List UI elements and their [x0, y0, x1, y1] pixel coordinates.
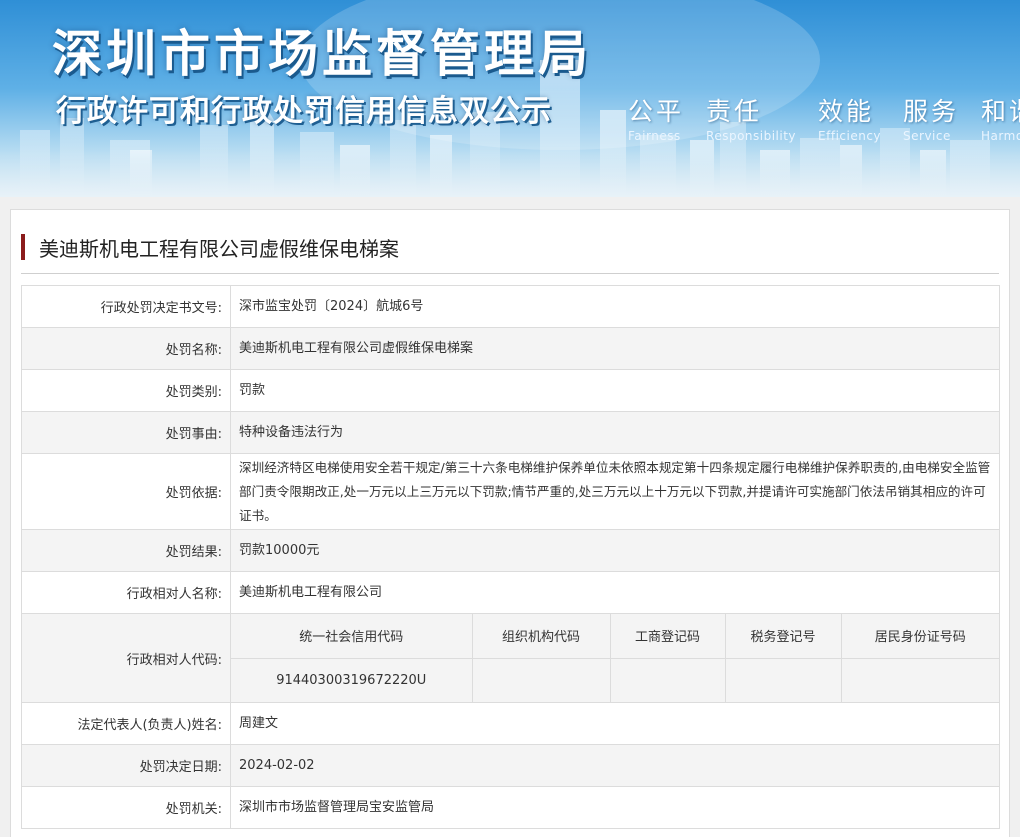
decision-date-value: 2024-02-02 — [230, 744, 1000, 787]
authority-value: 深圳市市场监督管理局宝安监管局 — [230, 786, 1000, 829]
field-label: 处罚结果: — [21, 529, 231, 572]
field-label: 行政相对人代码: — [21, 613, 231, 703]
business-reg-code-value — [610, 658, 726, 702]
table-row: 行政相对人名称: 美迪斯机电工程有限公司 — [21, 571, 1000, 614]
code-header-row: 统一社会信用代码 组织机构代码 工商登记码 税务登记号 居民身份证号码 — [231, 614, 999, 659]
field-label: 处罚事由: — [21, 411, 231, 454]
field-label: 法定代表人(负责人)姓名: — [21, 702, 231, 745]
value-service: 服务 Service — [903, 92, 959, 143]
decision-number-value: 深市监宝处罚〔2024〕航城6号 — [230, 285, 1000, 328]
table-row: 处罚事由: 特种设备违法行为 — [21, 411, 1000, 454]
id-card-no-value — [841, 658, 999, 702]
value-label-cn: 服务 — [903, 97, 960, 126]
value-label-en: Fairness — [628, 129, 681, 143]
org-code-value — [472, 658, 611, 702]
value-responsibility: 责任 Responsibility — [706, 92, 796, 143]
value-label-en: Service — [903, 129, 951, 143]
field-label: 行政相对人名称: — [21, 571, 231, 614]
value-fairness: 公平 Fairness — [628, 92, 684, 143]
case-title: 美迪斯机电工程有限公司虚假维保电梯案 — [39, 237, 399, 261]
table-row: 处罚类别: 罚款 — [21, 369, 1000, 412]
bureau-title: 深圳市市场监督管理局 — [52, 25, 592, 83]
penalty-basis-value: 深圳经济特区电梯使用安全若干规定/第三十六条电梯维护保养单位未依照本规定第十四条… — [230, 453, 1000, 530]
code-value-row: 91440300319672220U — [231, 658, 999, 702]
table-row: 处罚决定日期: 2024-02-02 — [21, 744, 1000, 787]
party-name-value: 美迪斯机电工程有限公司 — [230, 571, 1000, 614]
table-row: 处罚结果: 罚款10000元 — [21, 529, 1000, 572]
penalty-reason-value: 特种设备违法行为 — [230, 411, 1000, 454]
value-label-en: Responsibility — [706, 129, 797, 143]
value-label-en: Efficiency — [818, 129, 882, 143]
header-business-reg-code: 工商登记码 — [610, 614, 726, 659]
penalty-type-value: 罚款 — [230, 369, 1000, 412]
credit-code-value: 91440300319672220U — [231, 658, 473, 702]
table-row: 行政相对人代码: 统一社会信用代码 组织机构代码 工商登记码 税务登记号 居民身… — [21, 613, 1000, 703]
table-row: 处罚机关: 深圳市市场监督管理局宝安监管局 — [21, 786, 1000, 829]
field-label: 处罚名称: — [21, 327, 231, 370]
content-panel: 美迪斯机电工程有限公司虚假维保电梯案 行政处罚决定书文号: 深市监宝处罚〔202… — [10, 209, 1010, 837]
value-label-cn: 效能 — [818, 97, 875, 126]
field-label: 处罚依据: — [21, 453, 231, 530]
table-row: 行政处罚决定书文号: 深市监宝处罚〔2024〕航城6号 — [21, 285, 1000, 328]
field-label: 处罚决定日期: — [21, 744, 231, 787]
banner-subtitle: 行政许可和行政处罚信用信息双公示 — [56, 94, 552, 129]
header-org-code: 组织机构代码 — [472, 614, 611, 659]
field-label: 处罚机关: — [21, 786, 231, 829]
header-tax-reg-no: 税务登记号 — [725, 614, 842, 659]
field-label: 行政处罚决定书文号: — [21, 285, 231, 328]
tax-reg-no-value — [725, 658, 842, 702]
value-label-cn: 公平 — [628, 97, 685, 126]
header-credit-code: 统一社会信用代码 — [231, 614, 473, 659]
header-id-card-no: 居民身份证号码 — [841, 614, 999, 659]
penalty-result-value: 罚款10000元 — [230, 529, 1000, 572]
value-label-cn: 责任 — [706, 97, 763, 126]
value-label-cn: 和谐 — [981, 97, 1020, 126]
party-code-table: 统一社会信用代码 组织机构代码 工商登记码 税务登记号 居民身份证号码 9144… — [231, 614, 999, 702]
penalty-info-table: 行政处罚决定书文号: 深市监宝处罚〔2024〕航城6号 处罚名称: 美迪斯机电工… — [21, 285, 1000, 829]
value-efficiency: 效能 Efficiency — [818, 92, 881, 143]
table-row: 法定代表人(负责人)姓名: 周建文 — [21, 702, 1000, 745]
case-title-row: 美迪斯机电工程有限公司虚假维保电梯案 — [21, 230, 999, 274]
value-label-en: Harmony — [981, 129, 1020, 143]
party-code-cell: 统一社会信用代码 组织机构代码 工商登记码 税务登记号 居民身份证号码 9144… — [230, 613, 1000, 703]
value-harmony: 和谐 Harmony — [981, 92, 1020, 143]
table-row: 处罚名称: 美迪斯机电工程有限公司虚假维保电梯案 — [21, 327, 1000, 370]
core-values: 公平 Fairness 责任 Responsibility 效能 Efficie… — [628, 92, 1020, 143]
title-accent-bar — [21, 234, 25, 260]
penalty-name-value: 美迪斯机电工程有限公司虚假维保电梯案 — [230, 327, 1000, 370]
field-label: 处罚类别: — [21, 369, 231, 412]
header-banner: 深圳市市场监督管理局 行政许可和行政处罚信用信息双公示 公平 Fairness … — [0, 0, 1020, 197]
legal-rep-value: 周建文 — [230, 702, 1000, 745]
table-row: 处罚依据: 深圳经济特区电梯使用安全若干规定/第三十六条电梯维护保养单位未依照本… — [21, 453, 1000, 530]
